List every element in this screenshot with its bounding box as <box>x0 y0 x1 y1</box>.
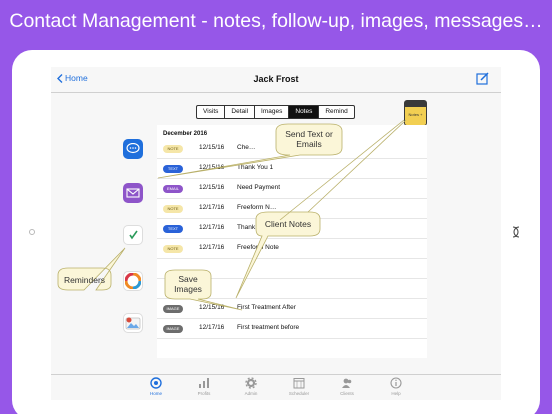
type-badge: NOTE <box>163 205 183 213</box>
envelope-icon[interactable] <box>123 183 143 203</box>
item-date: 12/17/16 <box>199 204 225 211</box>
item-title: Thank You 1 <box>237 164 274 171</box>
tab-clients[interactable]: Clients <box>327 377 367 396</box>
item-date: 12/17/16 <box>199 244 225 251</box>
tab-label: Help <box>391 391 401 396</box>
tab-profits[interactable]: Profits <box>184 377 224 396</box>
info-icon <box>376 377 416 389</box>
list-item[interactable]: IMAGE 12/15/16 First Treatment After <box>157 299 427 319</box>
page-title: Jack Frost <box>253 74 299 84</box>
photo-icon[interactable] <box>123 313 143 333</box>
tab-label: Profits <box>197 391 211 396</box>
tab-label: Scheduler <box>288 391 310 396</box>
type-badge: IMAGE <box>163 325 183 333</box>
item-title: Need Payment <box>237 184 280 191</box>
app-screen: Home Jack Frost Visits Detail Images Notes R… <box>51 67 501 400</box>
tab-label: Clients <box>340 391 354 396</box>
list-item[interactable]: EMAIL 12/15/16 Need Payment <box>157 179 427 199</box>
reminder-check-icon[interactable] <box>123 225 143 245</box>
tab-bar: Home Profits Admin Scheduler Clients Help <box>51 374 501 400</box>
reminders-callout-label: Reminders <box>63 275 106 285</box>
type-badge: TEXT <box>163 165 183 173</box>
segmented-control: Visits Detail Images Notes Remind <box>196 105 355 119</box>
list-item[interactable]: NOTE 12/17/16 Freeform Note <box>157 239 427 259</box>
item-title: Che… <box>237 144 256 151</box>
item-title: Freeform N… <box>237 204 277 211</box>
send-text-callout-label: Send Text or Emails <box>285 129 333 149</box>
segment-notes[interactable]: Notes <box>289 106 320 118</box>
item-title: Freeform Note <box>237 244 279 251</box>
item-date: 12/15/16 <box>199 304 225 311</box>
tab-label: Admin <box>244 391 258 396</box>
type-badge: EMAIL <box>163 185 183 193</box>
list-item[interactable]: IMAGE 12/17/16 First treatment before <box>157 319 427 339</box>
type-badge: NOTE <box>163 145 183 153</box>
add-note-button[interactable]: Notes + <box>404 100 427 126</box>
type-badge: NOTE <box>163 245 183 253</box>
calendar-icon <box>279 377 319 389</box>
item-date: 12/15/16 <box>199 164 225 171</box>
notes-list: December 2016 NOTE 12/15/16 Che… TEXT 12/15/… <box>157 125 427 358</box>
list-item[interactable]: NOTE 12/17/16 Freeform N… <box>157 199 427 219</box>
item-date: 12/17/16 <box>199 224 225 231</box>
tab-label: Home <box>149 391 162 396</box>
client-notes-callout-label: Client Notes <box>264 219 312 229</box>
navigation-bar: Home Jack Frost <box>51 67 501 93</box>
segment-visits[interactable]: Visits <box>197 106 226 118</box>
tab-help[interactable]: Help <box>376 377 416 396</box>
home-button-icon <box>512 226 520 238</box>
add-note-label: Notes + <box>408 112 423 117</box>
edit-icon[interactable] <box>476 72 489 85</box>
type-badge: TEXT <box>163 225 183 233</box>
tab-scheduler[interactable]: Scheduler <box>279 377 319 396</box>
tab-admin[interactable]: Admin <box>231 377 271 396</box>
segment-remind[interactable]: Remind <box>319 106 353 118</box>
color-wheel-icon[interactable] <box>123 271 143 291</box>
tab-home[interactable]: Home <box>136 377 176 396</box>
item-date: 12/15/16 <box>199 184 225 191</box>
gear-icon <box>231 377 271 389</box>
bar-chart-icon <box>184 377 224 389</box>
camera-dot <box>29 229 35 235</box>
save-images-callout-label: Save Images <box>174 274 202 294</box>
headline: Contact Management - notes, follow-up, i… <box>9 10 543 32</box>
people-icon <box>327 377 367 389</box>
item-title: First treatment before <box>237 324 300 331</box>
message-bubble-icon[interactable] <box>123 139 143 159</box>
item-title: First Treatment After <box>237 304 296 311</box>
item-date: 12/15/16 <box>199 144 225 151</box>
segment-detail[interactable]: Detail <box>225 106 256 118</box>
item-date: 12/17/16 <box>199 324 225 331</box>
section-header: December 2016 <box>163 131 208 137</box>
segment-images[interactable]: Images <box>255 106 290 118</box>
home-target-icon <box>136 377 176 389</box>
list-item[interactable]: TEXT 12/15/16 Thank You 1 <box>157 159 427 179</box>
type-badge: IMAGE <box>163 305 183 313</box>
